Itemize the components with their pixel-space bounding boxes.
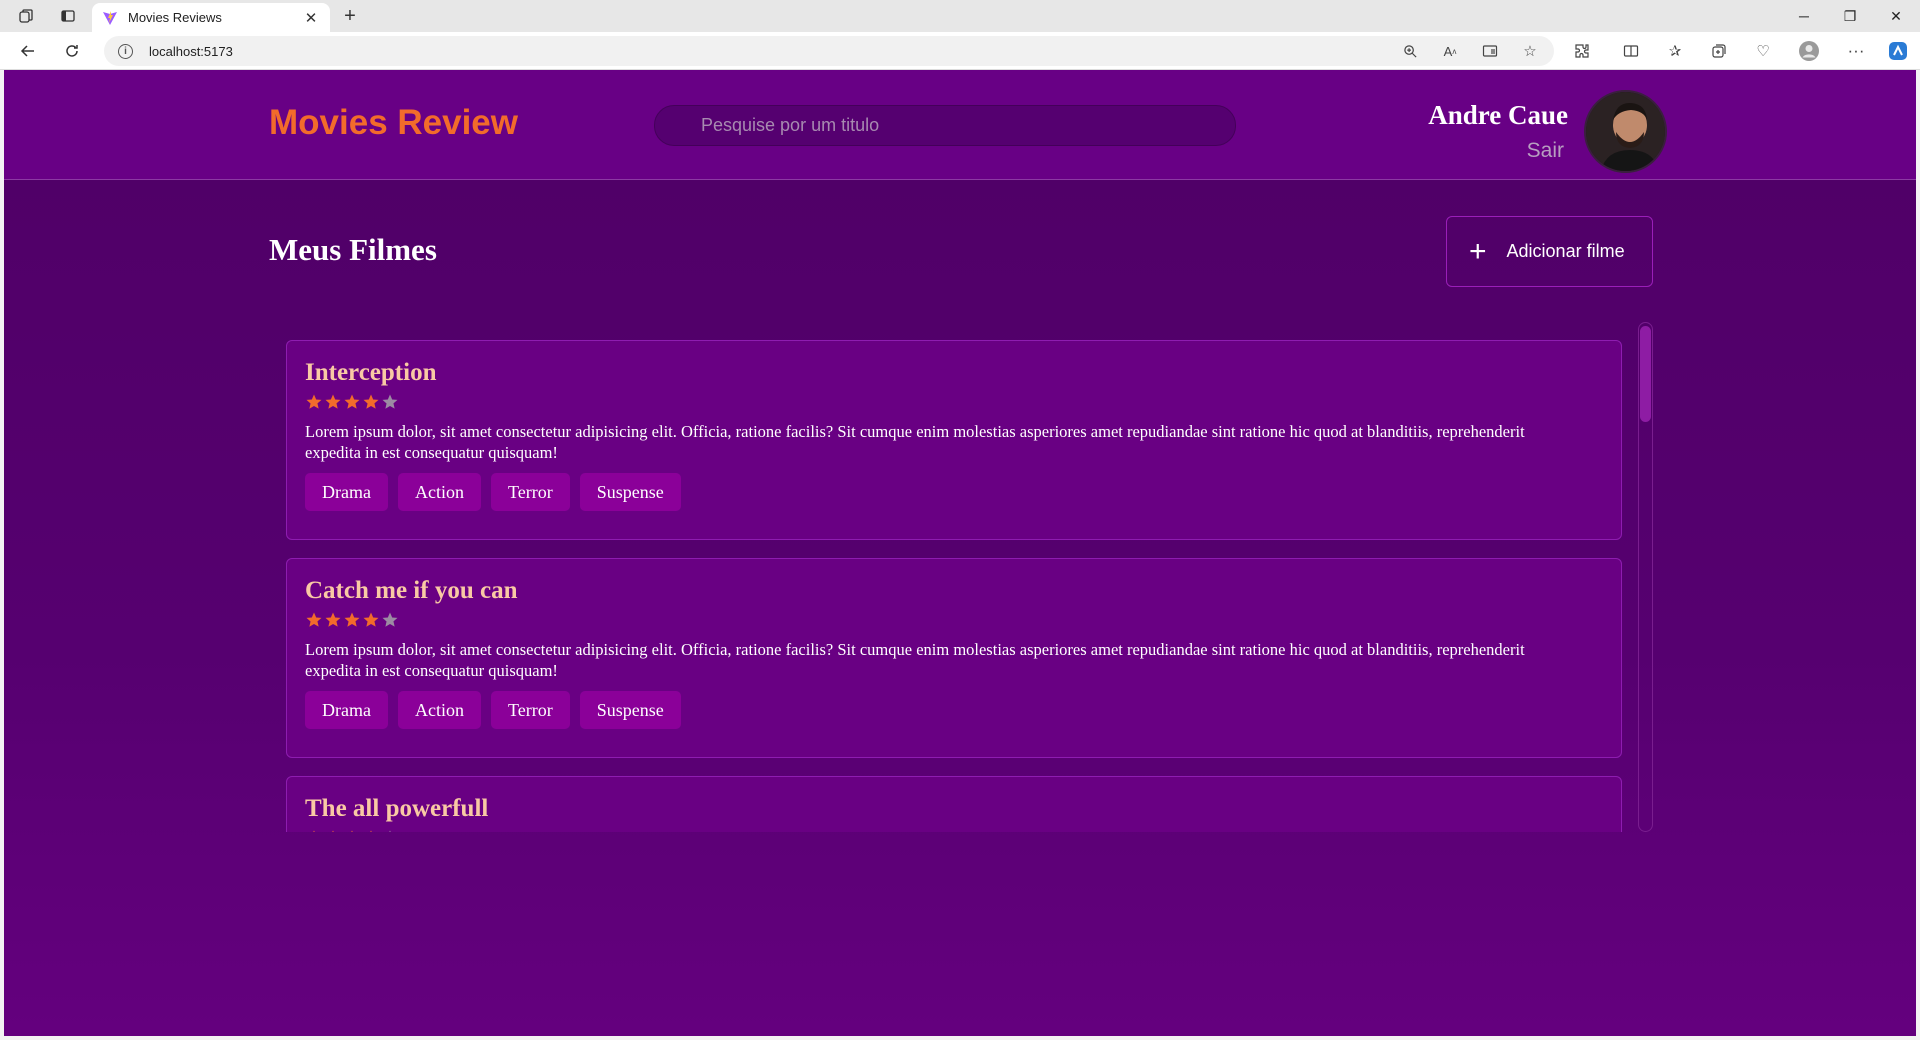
star-icon [370, 830, 372, 832]
movie-list[interactable]: Interception Lorem ipsum dolor, sit amet… [286, 340, 1626, 832]
zoom-icon[interactable] [1396, 37, 1424, 65]
star-icon [382, 394, 398, 409]
address-bar[interactable]: i localhost:5173 [104, 36, 1554, 66]
tab-title: Movies Reviews [128, 10, 222, 25]
add-movie-button[interactable]: + Adicionar filme [1446, 216, 1653, 287]
url-text: localhost:5173 [149, 43, 233, 59]
profile-icon[interactable] [1795, 37, 1823, 65]
read-aloud-icon[interactable]: Aʌ [1436, 37, 1464, 65]
back-icon[interactable] [14, 37, 42, 65]
movie-title: The all powerfull [305, 795, 489, 822]
plus-icon: + [1469, 234, 1487, 268]
star-icon [306, 612, 322, 627]
scrollbar-thumb[interactable] [1640, 326, 1651, 422]
browser-titlebar: Movies Reviews ✕ + ─ ❐ ✕ [0, 0, 1920, 32]
movie-card[interactable]: Interception Lorem ipsum dolor, sit amet… [286, 340, 1622, 540]
favorite-icon[interactable]: ☆ [1516, 37, 1544, 65]
page-title: Meus Filmes [269, 232, 437, 267]
avatar[interactable] [1584, 90, 1667, 173]
add-movie-label: Adicionar filme [1506, 241, 1625, 261]
star-icon [306, 394, 322, 409]
tag[interactable]: Terror [490, 691, 570, 729]
browser-tab-active[interactable]: Movies Reviews ✕ [92, 3, 330, 32]
copilot-icon[interactable] [1884, 37, 1912, 65]
star-icon [382, 612, 398, 627]
star-rating [305, 393, 1603, 411]
tag[interactable]: Terror [490, 473, 570, 511]
minimize-icon[interactable]: ─ [1781, 0, 1827, 32]
user-name: Andre Caue [1428, 100, 1568, 130]
restore-icon[interactable]: ❐ [1827, 0, 1873, 32]
star-icon [363, 394, 379, 409]
close-icon[interactable]: ✕ [302, 9, 320, 27]
movie-description: Lorem ipsum dolor, sit amet consectetur … [305, 640, 1525, 680]
star-icon [332, 830, 334, 832]
star-rating [305, 829, 1603, 832]
movie-card[interactable]: Catch me if you can Lorem ipsum dolor, s… [286, 558, 1622, 758]
vite-favicon-icon [103, 10, 117, 25]
tag-list: Drama Action Terror Suspense [305, 691, 1603, 729]
app-page: Movies Review Andre Caue Sair Meus Filme… [4, 70, 1916, 1036]
more-icon[interactable]: ··· [1842, 37, 1870, 65]
refresh-icon[interactable] [58, 37, 86, 65]
window-close-icon[interactable]: ✕ [1873, 0, 1919, 32]
tag[interactable]: Drama [305, 473, 388, 511]
star-icon [344, 394, 360, 409]
star-icon [313, 830, 315, 832]
movie-title: Interception [305, 359, 437, 386]
logout-link[interactable]: Sair [1527, 139, 1564, 163]
tag[interactable]: Suspense [579, 473, 681, 511]
plus-icon[interactable]: + [337, 4, 363, 28]
tag[interactable]: Action [397, 691, 481, 729]
app-logo[interactable]: Movies Review [269, 103, 518, 143]
immersive-reader-icon[interactable] [1476, 37, 1504, 65]
movie-card[interactable]: The all powerfull [286, 776, 1622, 832]
star-icon [325, 612, 341, 627]
movie-description: Lorem ipsum dolor, sit amet consectetur … [305, 422, 1525, 462]
collections-icon[interactable] [1705, 37, 1733, 65]
star-icon [389, 830, 391, 832]
favorites-icon[interactable]: ✰ [1661, 37, 1689, 65]
star-icon [351, 830, 353, 832]
extensions-icon[interactable] [1568, 37, 1596, 65]
split-screen-icon[interactable] [1617, 37, 1645, 65]
workspaces-icon[interactable] [12, 4, 40, 28]
app-header: Movies Review Andre Caue Sair [4, 70, 1916, 180]
vertical-tabs-icon[interactable] [54, 4, 82, 28]
tag[interactable]: Suspense [579, 691, 681, 729]
tag[interactable]: Drama [305, 691, 388, 729]
tag[interactable]: Action [397, 473, 481, 511]
movie-title: Catch me if you can [305, 577, 518, 604]
browser-toolbar: i localhost:5173 Aʌ ☆ ✰ ♡ ··· [0, 32, 1920, 70]
info-icon[interactable]: i [118, 43, 133, 59]
browser-essentials-icon[interactable]: ♡ [1749, 37, 1777, 65]
tag-list: Drama Action Terror Suspense [305, 473, 1603, 511]
star-icon [344, 612, 360, 627]
star-icon [325, 394, 341, 409]
search-input[interactable] [654, 105, 1236, 146]
star-rating [305, 611, 1603, 629]
star-icon [363, 612, 379, 627]
